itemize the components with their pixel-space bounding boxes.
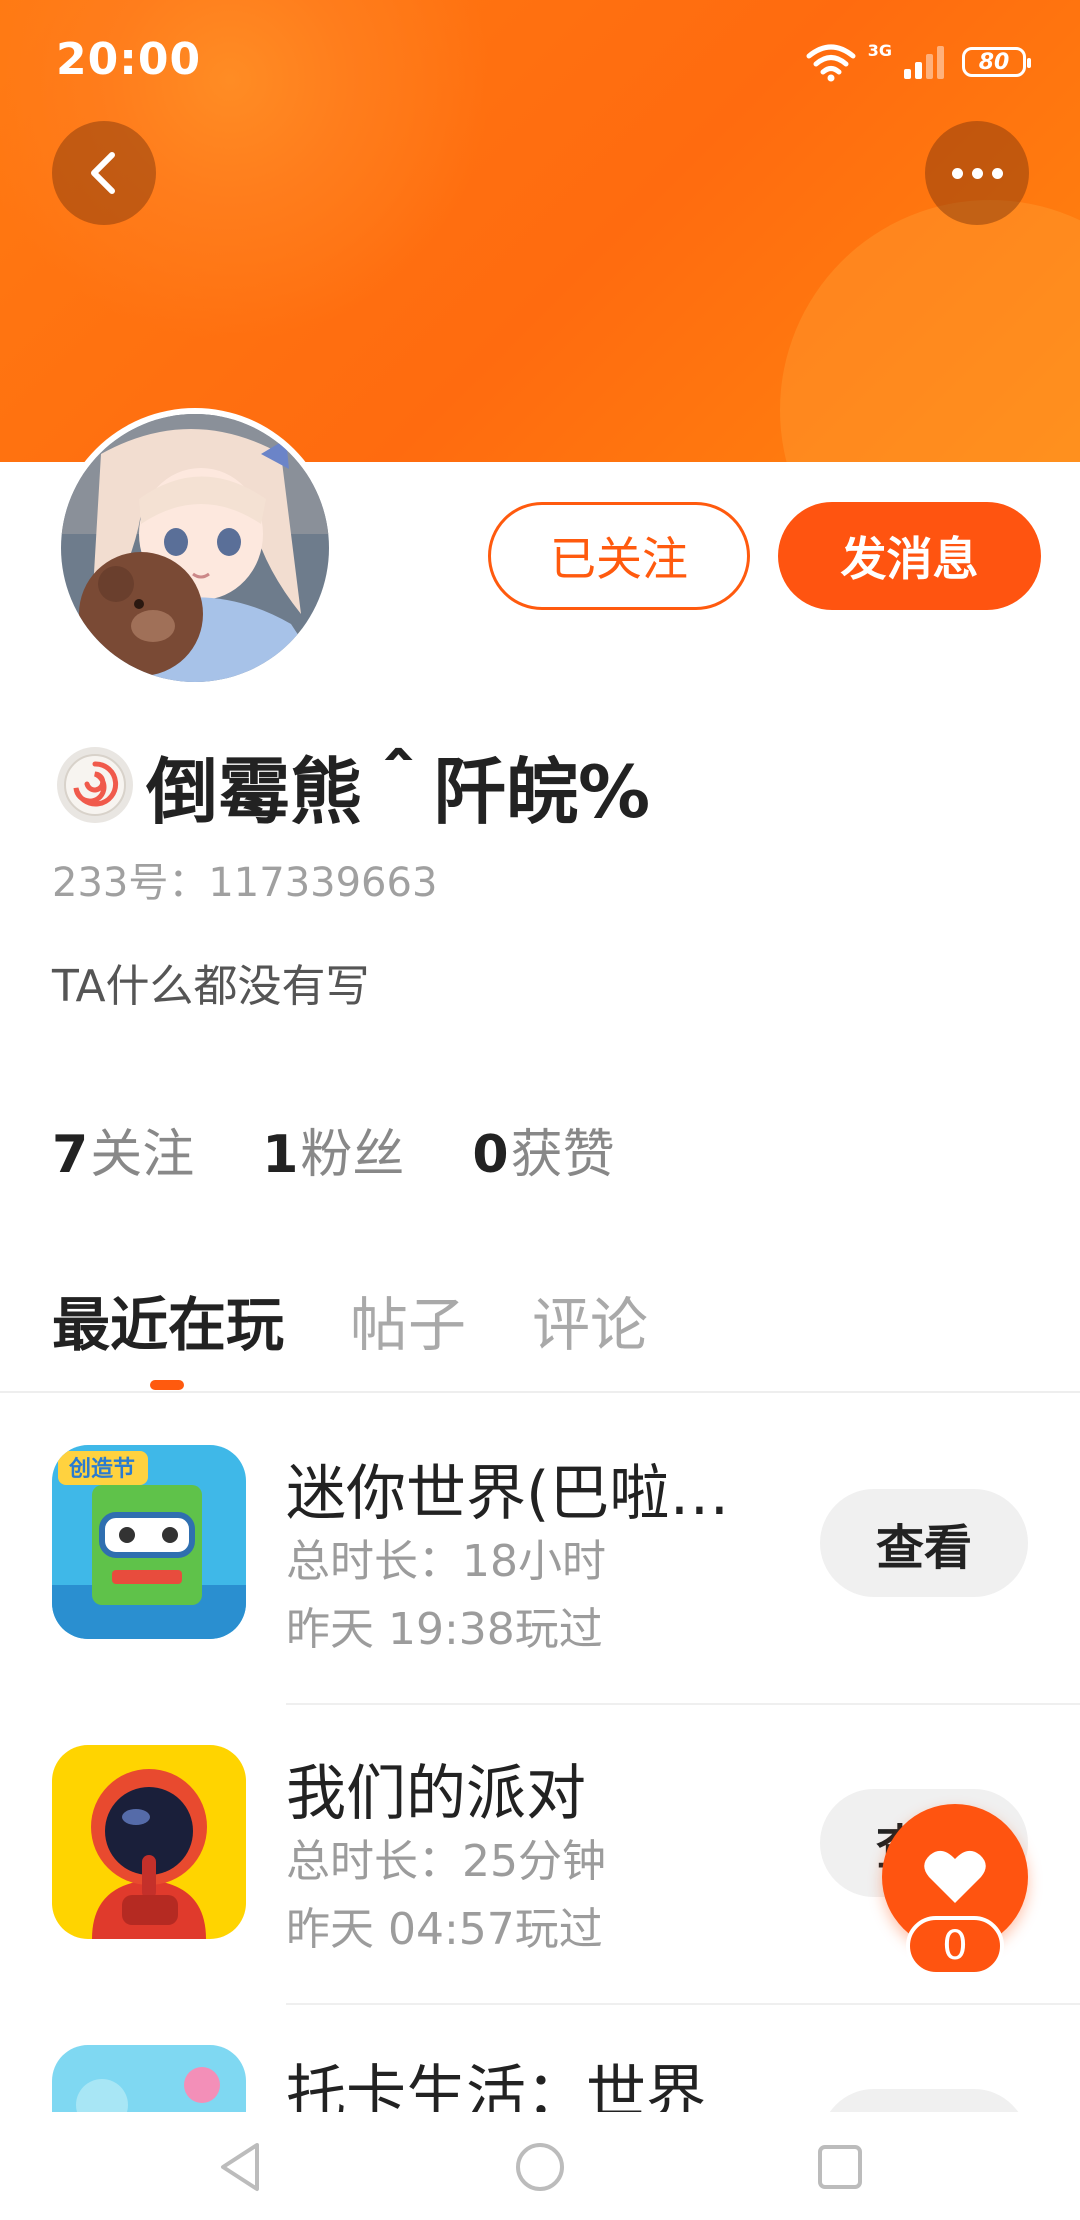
game-icon-party: [52, 1745, 246, 1939]
status-bar: 20:00 3G 80: [0, 0, 1080, 120]
game-total-time: 总时长：18小时: [286, 1536, 606, 1587]
game-total-time: 总时长：25分钟: [286, 1836, 606, 1887]
system-navigation-bar: [0, 2112, 1080, 2220]
chevron-left-icon: [91, 152, 115, 194]
stat-number: 1: [262, 1125, 299, 1185]
profile-stats: 7 关注 1 粉丝 0 获赞: [52, 1112, 615, 1187]
profile-header-banner: 20:00 3G 80: [0, 0, 1080, 462]
status-time: 20:00: [56, 34, 202, 85]
more-button[interactable]: [925, 121, 1029, 225]
avatar[interactable]: [55, 408, 335, 688]
battery-level: 80: [978, 49, 1010, 75]
stat-label: 关注: [90, 1125, 195, 1185]
tabs-divider: [0, 1391, 1080, 1393]
stat-number: 0: [472, 1125, 509, 1185]
username: 倒霉熊＾阡皖%: [146, 749, 651, 834]
tab-recently-played[interactable]: 最近在玩: [52, 1278, 284, 1362]
tab-posts[interactable]: 帖子: [350, 1278, 466, 1362]
avatar-image: [61, 414, 329, 682]
send-message-button[interactable]: 发消息: [778, 502, 1041, 610]
nav-back-button[interactable]: [205, 2132, 275, 2202]
header-decoration: [780, 200, 1080, 462]
stat-following[interactable]: 7 关注: [52, 1112, 194, 1187]
nav-recents-button[interactable]: [805, 2132, 875, 2202]
network-type-label: 3G: [867, 40, 892, 60]
game-title: 迷你世界(巴啦啦...: [286, 1459, 766, 1529]
game-icon-mini-world: 创造节: [52, 1445, 246, 1639]
game-last-played: 昨天 04:57玩过: [286, 1904, 603, 1955]
game-icon-toca-life: [52, 2045, 246, 2112]
following-button[interactable]: 已关注: [488, 502, 750, 610]
game-last-played: 昨天 19:38玩过: [286, 1604, 603, 1655]
stat-label: 获赞: [510, 1125, 615, 1185]
nav-home-icon: [516, 2143, 564, 2191]
name-row: 倒霉熊＾阡皖%: [54, 740, 650, 834]
status-icons: 3G 80: [806, 40, 1031, 84]
view-button[interactable]: 查看: [820, 2089, 1028, 2112]
nav-recents-icon: [818, 2145, 862, 2189]
heart-icon: [924, 1850, 986, 1903]
tab-comments[interactable]: 评论: [532, 1278, 648, 1362]
user-id: 233号：117339663: [52, 860, 438, 906]
nav-home-button[interactable]: [505, 2132, 575, 2202]
user-bio: TA什么都没有写: [52, 961, 370, 1012]
svg-text:创造节: 创造节: [68, 1457, 135, 1482]
back-button[interactable]: [52, 121, 156, 225]
stat-likes[interactable]: 0 获赞: [472, 1112, 614, 1187]
list-item-game[interactable]: 创造节 迷你世界(巴啦啦... 总时长：18小时 昨天 19:38玩过 查看: [0, 1405, 1080, 1705]
active-tab-indicator: [150, 1380, 184, 1390]
profile-tabs: 最近在玩 帖子 评论: [52, 1278, 648, 1362]
wifi-icon: [806, 44, 856, 82]
signal-icon: [904, 45, 944, 79]
game-title: 托卡生活：世界: [286, 2059, 706, 2112]
level-badge-icon: [57, 747, 133, 823]
game-title: 我们的派对: [286, 1759, 586, 1829]
stat-followers[interactable]: 1 粉丝: [262, 1112, 404, 1187]
stat-label: 粉丝: [300, 1125, 405, 1185]
stat-number: 7: [52, 1125, 89, 1185]
like-count-badge: 0: [906, 1916, 1004, 1976]
nav-back-icon: [221, 2143, 259, 2191]
more-dots-icon: [951, 167, 1003, 179]
view-button[interactable]: 查看: [820, 1489, 1028, 1597]
battery-icon: 80: [962, 47, 1031, 77]
list-item-game[interactable]: 托卡生活：世界 查看: [0, 2005, 1080, 2112]
